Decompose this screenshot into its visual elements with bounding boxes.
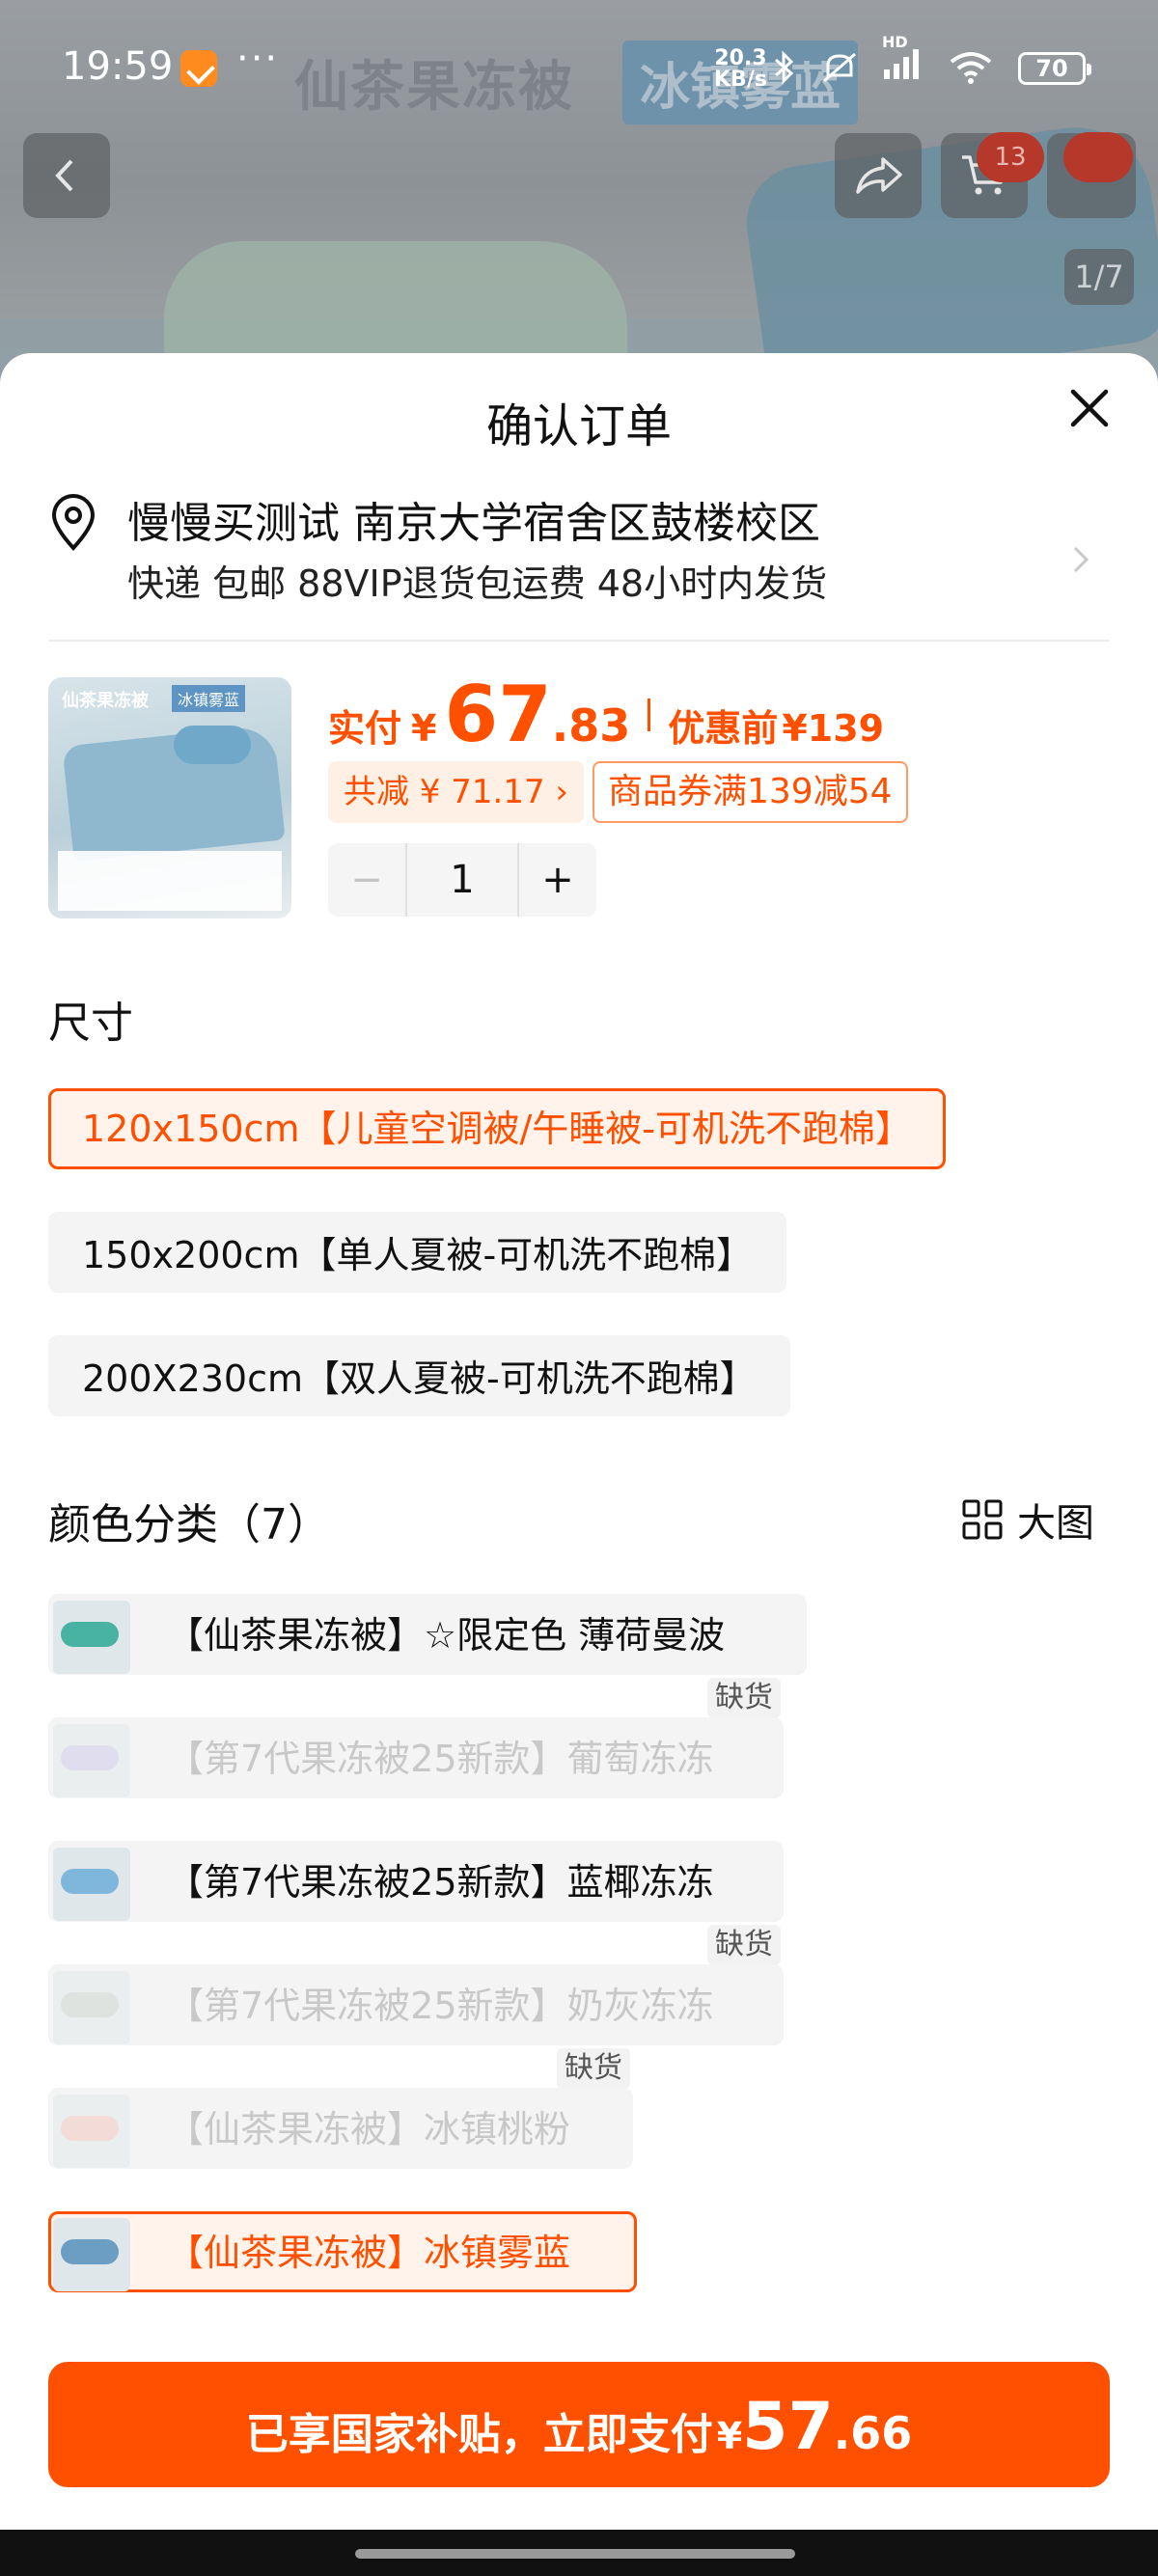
quantity-value[interactable]: 1 [405,843,519,917]
share-icon [856,157,902,194]
color-option-label: 【仙茶果冻被】冰镇雾蓝 [167,2232,571,2274]
net-speed-value: 20.3 [714,46,767,70]
color-swatch [61,1745,119,1770]
decrease-quantity-button[interactable]: − [328,843,405,917]
address-name: 慢慢买测试 南京大学宿舍区鼓楼校区 [127,499,820,548]
color-option-label: 【仙茶果冻被】☆限定色 薄荷曼波 [167,1614,726,1657]
size-option-150x200[interactable]: 150x200cm【单人夏被-可机洗不跑棉】 [48,1212,787,1293]
color-thumbnail [53,1848,130,1921]
color-swatch [61,1869,119,1894]
color-option-mint[interactable]: 【仙茶果冻被】☆限定色 薄荷曼波 [48,1594,807,1675]
color-option-label: 【第7代果冻被25新款】蓝椰冻冻 [167,1861,714,1904]
color-swatch [61,1992,119,2017]
pay-amount-integer: 57 [742,2389,834,2465]
color-section-label: 颜色分类（7） [48,1500,330,1549]
wifi-icon [950,51,992,84]
color-option-label: 【仙茶果冻被】冰镇桃粉 [167,2108,571,2151]
color-option-blue-coconut[interactable]: 【第7代果冻被25新款】蓝椰冻冻 [48,1841,784,1922]
cart-count-badge: 13 [977,132,1044,182]
color-swatch [61,2239,119,2264]
bluetooth-icon [775,49,794,85]
color-option-mist-blue[interactable]: 【仙茶果冻被】冰镇雾蓝 [48,2211,637,2292]
thumbnail-title: 仙茶果冻被 [62,691,149,711]
actual-pay-label: 实付 [328,707,402,750]
color-option-label: 【第7代果冻被25新款】奶灰冻冻 [167,1985,714,2027]
message-badge [1063,132,1133,182]
out-of-stock-tag: 缺货 [707,1678,781,1718]
home-indicator[interactable] [355,2549,795,2559]
taobao-notification-icon [180,50,217,87]
pay-now-button[interactable]: 已享国家补贴，立即支付 ¥ 57 .66 [48,2362,1110,2487]
product-thumbnail[interactable]: 仙茶果冻被 冰镇雾蓝 [48,677,291,918]
thumbnail-pillow [174,726,251,764]
sheet-title: 确认订单 [485,399,672,453]
chevron-right-icon [1073,546,1089,573]
coupon-badge: 商品券满139减54 [593,761,908,823]
net-speed: 20.3 KB/s [714,48,767,91]
location-pin-icon [51,494,96,551]
color-option-grape[interactable]: 缺货 【第7代果冻被25新款】葡萄冻冻 [48,1678,784,1798]
mute-icon [823,52,856,82]
color-thumbnail [53,1724,130,1797]
large-image-toggle[interactable]: 大图 [961,1492,1094,1548]
color-option-milk-gray[interactable]: 缺货 【第7代果冻被25新款】奶灰冻冻 [48,1925,784,2045]
battery-indicator: 70 [1018,52,1091,85]
image-counter: 1/7 [1064,249,1134,305]
large-image-label: 大图 [1017,1501,1094,1546]
color-option-peach-pink[interactable]: 缺货 【仙茶果冻被】冰镇桃粉 [48,2048,633,2169]
net-speed-unit: KB/s [714,68,767,92]
discount-total-badge[interactable]: 共减 ¥ 71.17 › [328,761,584,823]
close-button[interactable] [1062,380,1117,436]
shipping-note: 快递 包邮 88VIP退货包运费 48小时内发货 [127,562,828,605]
confirm-order-sheet: 确认订单 慢慢买测试 南京大学宿舍区鼓楼校区 快递 包邮 88VIP退货包运费 … [0,353,1158,2576]
chevron-left-icon [55,159,73,192]
size-option-120x150[interactable]: 120x150cm【儿童空调被/午睡被-可机洗不跑棉】 [48,1088,946,1169]
pay-button-text: 已享国家补贴，立即支付 [245,2410,713,2459]
close-icon [1070,389,1109,427]
size-option-200x230[interactable]: 200X230cm【双人夏被-可机洗不跑棉】 [48,1335,790,1416]
color-option-label: 【第7代果冻被25新款】葡萄冻冻 [167,1738,714,1780]
status-more-icon: ··· [236,37,280,81]
original-price-label: 优惠前 [668,707,779,750]
color-thumbnail [53,1971,130,2044]
status-time: 19:59 [62,44,174,89]
status-icons: HD [772,33,994,88]
price-row: 实付 ¥ 67 .83 优惠前 ¥139 [328,670,884,759]
signal-icon: HD [882,33,924,88]
currency-symbol: ¥ [411,707,437,750]
price-separator [648,698,651,731]
status-bar: 19:59 ··· 20.3 KB/s HD 70 [0,0,1158,135]
thumbnail-tag: 冰镇雾蓝 [172,685,246,712]
out-of-stock-tag: 缺货 [707,1925,781,1965]
color-swatch [61,1622,119,1647]
color-thumbnail [53,2095,130,2168]
divider [48,640,1110,642]
address-row[interactable]: 慢慢买测试 南京大学宿舍区鼓楼校区 快递 包邮 88VIP退货包运费 48小时内… [48,488,1119,633]
pay-amount-decimal: .66 [833,2407,913,2459]
share-button[interactable] [835,133,922,218]
pay-currency: ¥ [716,2415,743,2457]
grid-icon [962,1499,1003,1540]
increase-quantity-button[interactable]: + [519,843,596,917]
color-swatch [61,2116,119,2141]
color-thumbnail [53,1601,130,1674]
out-of-stock-tag: 缺货 [557,2048,630,2089]
size-section-label: 尺寸 [48,999,133,1048]
back-button[interactable] [23,133,110,218]
price-integer: 67 [444,670,552,759]
price-decimal: .83 [551,699,631,752]
color-thumbnail [53,2218,130,2291]
quantity-stepper: − 1 + [328,843,596,917]
signal-hd-tag: HD [882,33,908,51]
original-price: ¥139 [782,707,885,750]
thumbnail-spec-table [58,851,282,911]
